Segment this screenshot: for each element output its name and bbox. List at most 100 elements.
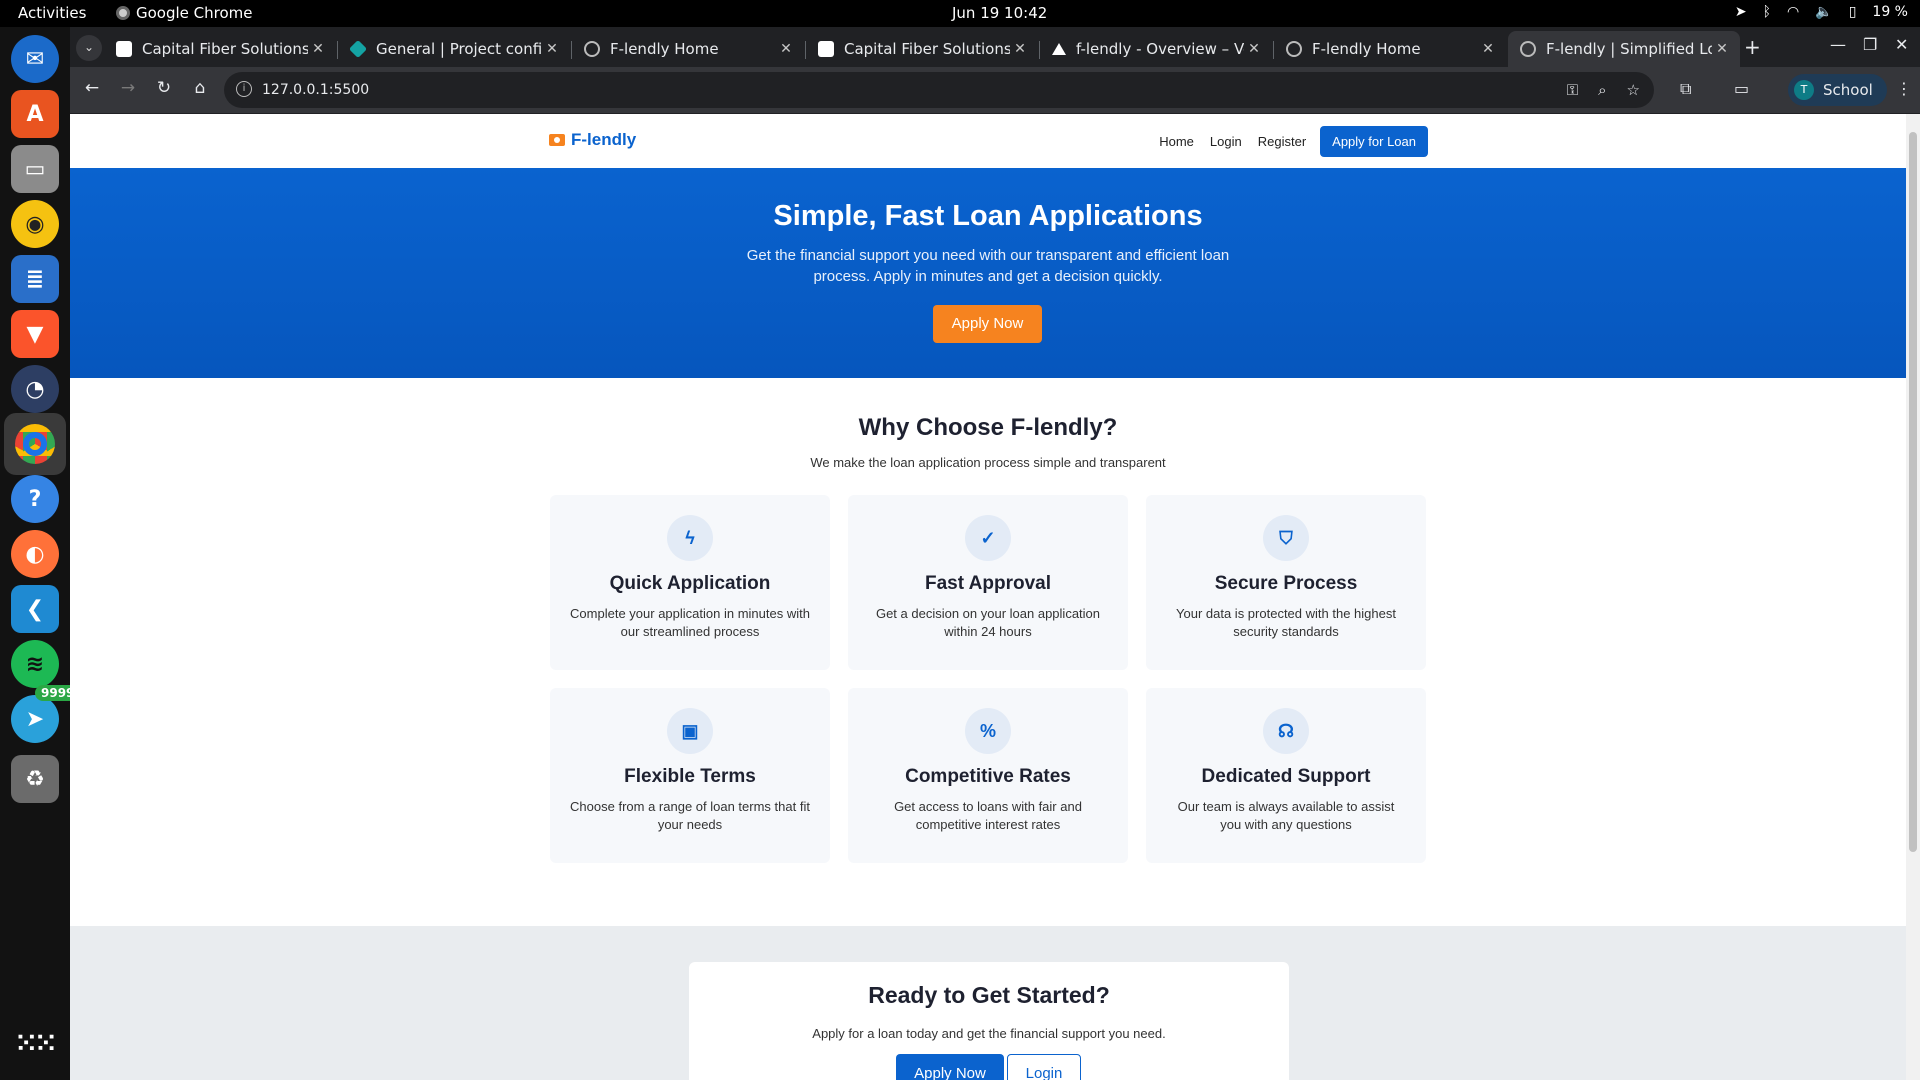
feature-title: Secure Process (1214, 573, 1358, 594)
money-icon: ▣ (667, 708, 713, 754)
feature-card-fast-approval: ✓ Fast Approval Get a decision on your l… (848, 495, 1128, 670)
system-top-bar: Activities Google Chrome Jun 19 10:42 ➤ … (0, 0, 1920, 27)
brand-logo[interactable]: F-lendly (549, 130, 636, 150)
tab-active[interactable]: F-lendly | Simplified Loa ✕ (1508, 31, 1740, 67)
tab-2[interactable]: F-lendly Home ✕ (572, 31, 804, 67)
tab-search-icon[interactable]: ⌄ (76, 35, 102, 61)
tab-title: F-lendly | Simplified Loa (1546, 40, 1712, 58)
files-icon[interactable]: ▭ (11, 145, 59, 193)
help-icon[interactable]: ? (11, 475, 59, 523)
feature-text: Our team is always available to assist y… (1177, 799, 1395, 832)
page-favicon-icon (818, 41, 834, 57)
thunderbird-icon[interactable]: ✉ (11, 35, 59, 83)
feature-text: Complete your application in minutes wit… (570, 606, 810, 639)
browser-window: ⌄ Capital Fiber Solutions ✕ General | Pr… (70, 27, 1920, 1080)
page-viewport: F-lendly Home Login Register Apply for L… (70, 114, 1906, 1080)
wifi-icon: ◠ (1787, 4, 1800, 20)
spotify-icon[interactable]: ≋ (11, 640, 59, 688)
lightning-icon: ϟ (667, 515, 713, 561)
feature-text: Get access to loans with fair and compet… (894, 799, 1082, 832)
bookmark-star-icon[interactable]: ☆ (1627, 81, 1640, 99)
nav-login-link[interactable]: Login (1202, 134, 1250, 149)
feature-card-quick-application: ϟ Quick Application Complete your applic… (550, 495, 830, 670)
rhythmbox-icon[interactable]: ◉ (11, 200, 59, 248)
new-tab-icon[interactable]: + (1744, 35, 1761, 59)
back-icon[interactable]: ← (80, 78, 104, 98)
tab-3[interactable]: Capital Fiber Solutions ✕ (806, 31, 1038, 67)
scrollbar-thumb[interactable] (1909, 132, 1917, 852)
close-window-icon[interactable]: ✕ (1895, 35, 1908, 54)
home-icon[interactable]: ⌂ (188, 78, 212, 98)
activities-button[interactable]: Activities (18, 4, 86, 22)
vscode-icon[interactable]: ❮ (11, 585, 59, 633)
globe-icon (1286, 41, 1302, 57)
close-tab-icon[interactable]: ✕ (308, 41, 328, 57)
tab-1[interactable]: General | Project config ✕ (338, 31, 570, 67)
chrome-menu-icon[interactable]: ⋮ (1896, 79, 1912, 98)
forward-icon[interactable]: → (116, 78, 140, 98)
nav-home-link[interactable]: Home (1151, 134, 1202, 149)
vercel-icon (1052, 43, 1066, 55)
brand-name: F-lendly (571, 130, 637, 149)
brave-icon[interactable]: ▼ (11, 310, 59, 358)
globe-icon (1520, 41, 1536, 57)
clock-app-icon[interactable]: ◔ (11, 365, 59, 413)
hero-text: Get the financial support you need with … (746, 247, 1230, 285)
hero-apply-button[interactable]: Apply Now (933, 305, 1042, 343)
cast-icon[interactable]: ▭ (1734, 79, 1749, 98)
dock: ✉ A ▭ ◉ ≣ ▼ ◔ ? ◐ ❮ ≋ ➤ 9999 ♻ ⁙⁙ (0, 27, 81, 1080)
trash-icon[interactable]: ♻ (11, 755, 59, 803)
writer-icon[interactable]: ≣ (11, 255, 59, 303)
telegram-icon[interactable]: ➤ 9999 (11, 685, 81, 743)
app-menu[interactable]: Google Chrome (116, 4, 253, 22)
shield-icon: ⛉ (1263, 515, 1309, 561)
site-navbar: F-lendly Home Login Register Apply for L… (70, 114, 1906, 168)
close-tab-icon[interactable]: ✕ (1244, 41, 1264, 57)
headset-icon: ☊ (1263, 708, 1309, 754)
system-tray[interactable]: ➤ ᛒ ◠ 🔈 ▯ 19 % (1735, 4, 1908, 20)
site-info-icon[interactable]: i (236, 81, 252, 97)
firefox-icon[interactable]: ◐ (11, 530, 59, 578)
globe-icon (584, 41, 600, 57)
close-tab-icon[interactable]: ✕ (542, 41, 562, 57)
close-tab-icon[interactable]: ✕ (1712, 41, 1732, 57)
close-tab-icon[interactable]: ✕ (776, 41, 796, 57)
address-bar[interactable]: i 127.0.0.1:5500 ⚿ ⌕ ☆ (224, 72, 1654, 108)
feature-text: Get a decision on your loan application … (875, 606, 1101, 639)
close-tab-icon[interactable]: ✕ (1478, 41, 1498, 57)
reload-icon[interactable]: ↻ (152, 78, 176, 98)
password-key-icon[interactable]: ⚿ (1567, 81, 1578, 99)
chrome-dock-icon[interactable] (4, 413, 66, 475)
close-tab-icon[interactable]: ✕ (1010, 41, 1030, 57)
extensions-icon[interactable]: ⧉ (1680, 79, 1691, 99)
tab-title: F-lendly Home (1312, 40, 1421, 58)
tab-5[interactable]: F-lendly Home ✕ (1274, 31, 1506, 67)
show-apps-icon[interactable]: ⁙⁙ (11, 1020, 59, 1068)
minimize-icon[interactable]: — (1830, 35, 1846, 54)
money-logo-icon (549, 134, 565, 146)
diamond-favicon-icon (348, 39, 368, 59)
feature-text: Choose from a range of loan terms that f… (570, 799, 810, 832)
profile-button[interactable]: T School (1788, 74, 1887, 106)
clock[interactable]: Jun 19 10:42 (952, 4, 1047, 22)
hero-section: Simple, Fast Loan Applications Get the f… (70, 168, 1906, 378)
feature-title: Flexible Terms (624, 766, 756, 787)
avatar: T (1794, 80, 1814, 100)
maximize-icon[interactable]: ❐ (1863, 35, 1877, 54)
tab-0[interactable]: Capital Fiber Solutions ✕ (104, 31, 336, 67)
zoom-icon[interactable]: ⌕ (1598, 81, 1606, 99)
why-subtitle: We make the loan application process sim… (810, 455, 1166, 470)
tab-strip: ⌄ Capital Fiber Solutions ✕ General | Pr… (70, 27, 1920, 67)
cta-login-button[interactable]: Login (1007, 1054, 1081, 1080)
cta-section: Ready to Get Started? Apply for a loan t… (70, 926, 1906, 1080)
battery-icon: ▯ (1848, 4, 1857, 20)
app-name-label: Google Chrome (136, 4, 253, 22)
nav-apply-button[interactable]: Apply for Loan (1320, 126, 1428, 157)
cta-title: Ready to Get Started? (868, 982, 1110, 1008)
page-scrollbar[interactable] (1906, 114, 1920, 1080)
hero-title: Simple, Fast Loan Applications (773, 200, 1203, 232)
cta-apply-button[interactable]: Apply Now (896, 1054, 1004, 1080)
nav-register-link[interactable]: Register (1250, 134, 1314, 149)
app-center-icon[interactable]: A (11, 90, 59, 138)
tab-4[interactable]: f-lendly - Overview – Ve ✕ (1040, 31, 1272, 67)
